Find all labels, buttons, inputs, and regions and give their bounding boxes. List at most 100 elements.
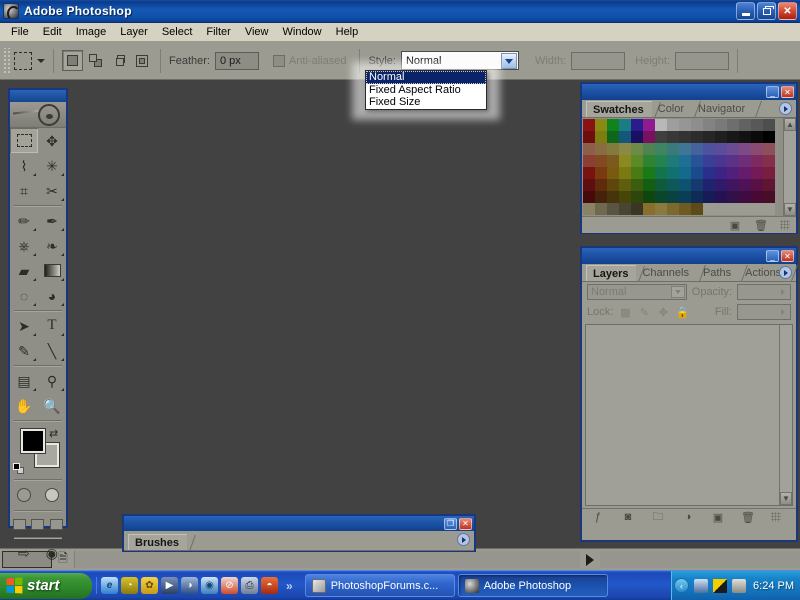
notes-tool[interactable]: ▤ <box>10 368 38 393</box>
color-swatch[interactable] <box>679 191 691 203</box>
color-swatch[interactable] <box>655 131 667 143</box>
menu-filter[interactable]: Filter <box>199 24 237 40</box>
color-swatch[interactable] <box>703 155 715 167</box>
lasso-tool[interactable]: ⌇ <box>10 153 38 178</box>
color-swatch[interactable] <box>595 155 607 167</box>
color-swatch[interactable] <box>655 179 667 191</box>
color-swatch[interactable] <box>739 119 751 131</box>
color-swatch[interactable] <box>763 143 775 155</box>
color-swatch[interactable] <box>751 143 763 155</box>
color-swatch[interactable] <box>727 203 739 215</box>
color-swatch[interactable] <box>715 203 727 215</box>
move-tool[interactable]: ✥ <box>38 128 66 153</box>
lock-transparent-pixels-icon[interactable]: ▩ <box>618 305 632 319</box>
blur-tool[interactable]: ◌ <box>10 283 38 308</box>
color-swatch[interactable] <box>667 143 679 155</box>
color-swatch[interactable] <box>751 179 763 191</box>
color-swatch[interactable] <box>667 179 679 191</box>
resize-grip[interactable] <box>771 512 781 522</box>
color-swatch[interactable] <box>679 119 691 131</box>
blend-mode-select[interactable]: Normal <box>587 284 687 300</box>
color-swatch[interactable] <box>607 191 619 203</box>
color-swatch[interactable] <box>691 143 703 155</box>
photoshop-icon[interactable]: ◑ <box>181 577 198 594</box>
color-swatch[interactable] <box>595 143 607 155</box>
add-to-selection-button[interactable] <box>85 50 106 71</box>
menu-layer[interactable]: Layer <box>113 24 155 40</box>
color-swatch[interactable] <box>727 167 739 179</box>
menu-file[interactable]: File <box>4 24 36 40</box>
taskbar-item-photoshopforums[interactable]: PhotoshopForums.c... <box>305 574 455 597</box>
brushes-palette-titlebar[interactable]: ❐ ✕ <box>124 516 474 531</box>
color-swatch[interactable] <box>655 143 667 155</box>
gradient-tool[interactable] <box>38 258 66 283</box>
zoom-tool[interactable]: 🔍 <box>38 393 66 418</box>
style-dropdown-combobox[interactable]: Normal <box>401 51 519 70</box>
path-selection-tool[interactable]: ➤ <box>10 313 38 338</box>
color-swatch[interactable] <box>631 143 643 155</box>
color-swatch[interactable] <box>643 191 655 203</box>
color-swatch[interactable] <box>679 143 691 155</box>
no-smoking-icon[interactable]: ⊘ <box>221 577 238 594</box>
color-swatch[interactable] <box>679 203 691 215</box>
color-swatch[interactable] <box>727 131 739 143</box>
color-swatch[interactable] <box>583 203 595 215</box>
status-expand-arrow-icon[interactable] <box>586 554 594 566</box>
color-swatch[interactable] <box>763 155 775 167</box>
color-swatch[interactable] <box>631 191 643 203</box>
volume-speaker-icon[interactable] <box>732 579 746 593</box>
new-group-folder-icon[interactable]: 🗀 <box>651 511 665 524</box>
start-button[interactable]: start <box>0 573 92 599</box>
scroll-down-arrow-icon[interactable]: ▼ <box>780 492 792 505</box>
internet-explorer-icon[interactable]: e <box>101 577 118 594</box>
close-icon[interactable]: ✕ <box>781 250 794 262</box>
color-swatch[interactable] <box>751 167 763 179</box>
new-swatch-icon[interactable]: ▣ <box>728 219 742 232</box>
lock-image-pixels-icon[interactable]: ✎ <box>637 305 651 319</box>
menu-help[interactable]: Help <box>329 24 366 40</box>
color-swatch[interactable] <box>679 131 691 143</box>
color-swatch[interactable] <box>763 119 775 131</box>
close-icon[interactable]: ✕ <box>781 86 794 98</box>
color-swatch[interactable] <box>619 191 631 203</box>
sunflower-icon[interactable]: ✿ <box>141 577 158 594</box>
rectangular-marquee-tool[interactable] <box>10 128 38 153</box>
color-swatch[interactable] <box>691 167 703 179</box>
layers-list[interactable]: ▼ <box>585 324 793 506</box>
delete-layer-trash-icon[interactable]: 🗑 <box>741 511 755 524</box>
color-swatch[interactable] <box>595 191 607 203</box>
color-swatch[interactable] <box>631 119 643 131</box>
color-swatch[interactable] <box>607 203 619 215</box>
swatches-grid[interactable] <box>582 118 796 216</box>
quick-launch-more-chevron[interactable]: » <box>281 579 298 593</box>
history-brush-tool[interactable]: ❧ <box>38 233 66 258</box>
media-player-icon[interactable]: ▶ <box>161 577 178 594</box>
color-swatch[interactable] <box>595 119 607 131</box>
color-swatch[interactable] <box>691 119 703 131</box>
swatches-scrollbar[interactable]: ▲ ▼ <box>783 118 796 216</box>
anti-aliased-checkbox[interactable] <box>273 55 285 67</box>
resize-grip[interactable] <box>780 220 790 230</box>
color-swatch[interactable] <box>667 131 679 143</box>
foreground-color-swatch[interactable] <box>21 429 45 453</box>
color-swatch[interactable] <box>715 179 727 191</box>
jump-to-imageready-icon[interactable]: ⇨ <box>18 546 30 560</box>
color-swatch[interactable] <box>619 167 631 179</box>
color-swatch[interactable] <box>583 119 595 131</box>
full-screen-with-menubar-mode-button[interactable] <box>29 515 48 533</box>
default-colors-icon[interactable] <box>13 463 25 475</box>
width-input[interactable] <box>571 52 625 70</box>
color-swatch[interactable] <box>595 179 607 191</box>
color-swatch[interactable] <box>607 167 619 179</box>
color-swatch[interactable] <box>619 179 631 191</box>
color-swatch[interactable] <box>703 143 715 155</box>
tab-navigator[interactable]: Navigator <box>692 101 753 117</box>
color-swatch[interactable] <box>691 155 703 167</box>
color-swatch[interactable] <box>763 179 775 191</box>
color-swatch[interactable] <box>763 167 775 179</box>
color-swatch[interactable] <box>763 203 775 215</box>
slice-tool[interactable]: ✂ <box>38 178 66 203</box>
swatches-palette-titlebar[interactable]: _ ✕ <box>582 84 796 100</box>
scroll-down-arrow-icon[interactable]: ▼ <box>784 203 796 216</box>
color-swatch[interactable] <box>667 191 679 203</box>
